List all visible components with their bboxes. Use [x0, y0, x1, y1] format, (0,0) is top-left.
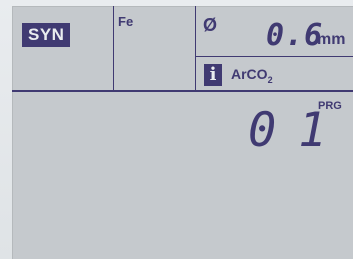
gas-subscript: 2 — [267, 74, 273, 85]
separator-2 — [195, 6, 196, 90]
wire-diameter-value: 0.6 — [266, 18, 324, 53]
status-divider — [195, 56, 353, 57]
display-divider — [12, 90, 353, 92]
gas-label: ArCO2 — [231, 66, 273, 85]
separator-1 — [113, 6, 114, 90]
mode-badge: SYN — [22, 23, 71, 47]
program-label: PRG — [318, 100, 342, 112]
material-label: Fe — [118, 14, 134, 29]
gas-main: ArCO — [231, 66, 268, 82]
info-icon: i — [204, 64, 222, 86]
program-number: 01 — [248, 103, 349, 158]
wire-unit: mm — [317, 31, 346, 48]
diameter-icon: Ø — [203, 15, 218, 35]
